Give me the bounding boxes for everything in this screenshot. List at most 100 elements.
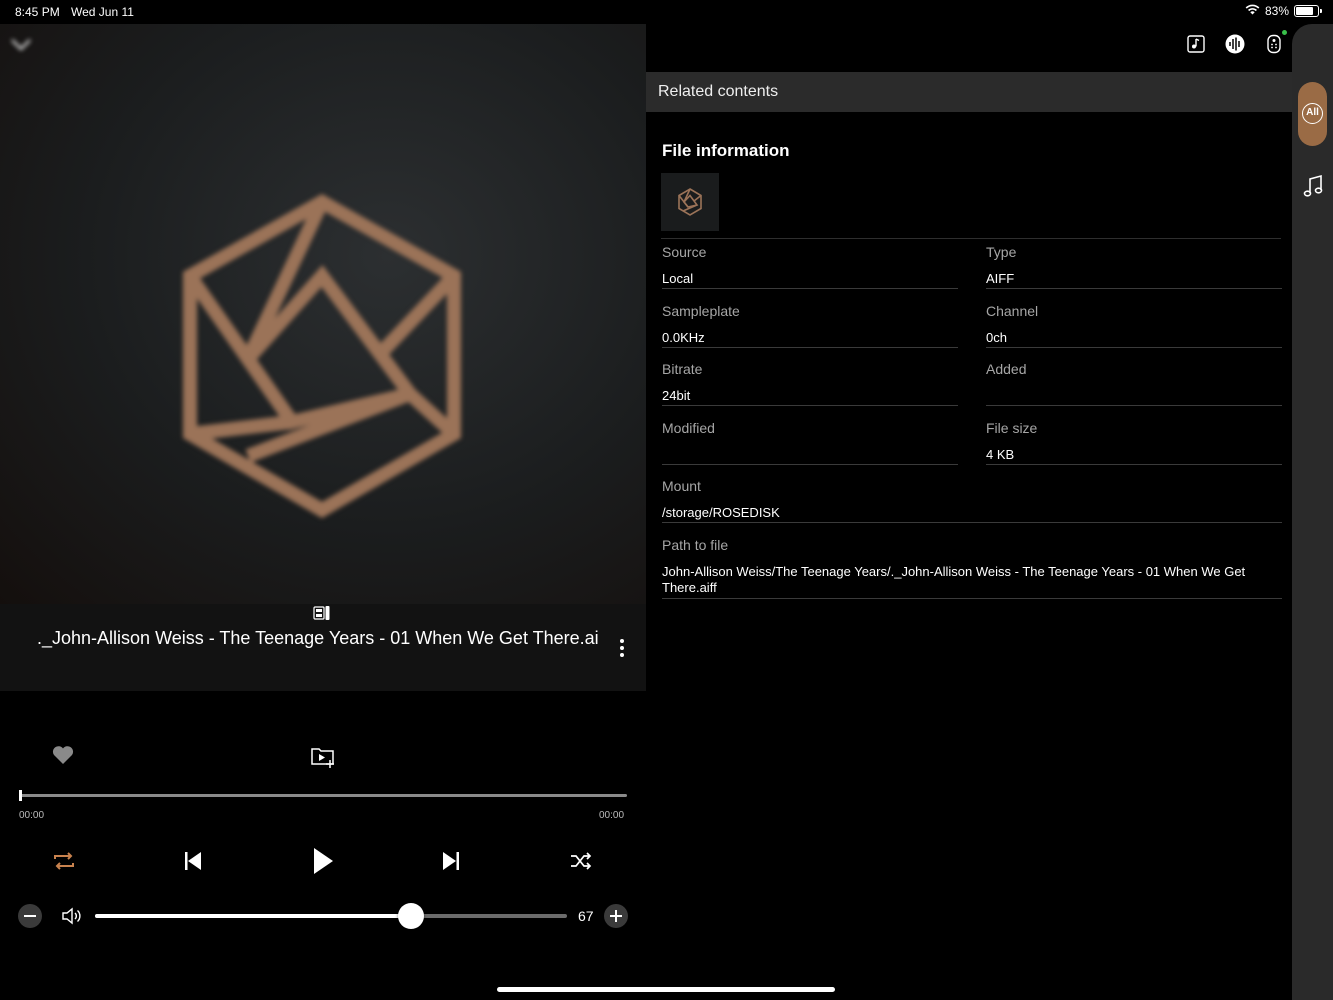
- audio-quality-icon: [1225, 34, 1245, 54]
- field-added: Added: [986, 361, 1282, 406]
- divider: [986, 464, 1282, 465]
- file-thumbnail: [661, 173, 719, 231]
- field-samplerate: Sampleplate 0.0KHz: [662, 303, 958, 348]
- field-label: Modified: [662, 420, 715, 436]
- add-to-queue-button[interactable]: [309, 742, 337, 770]
- field-label: Bitrate: [662, 361, 703, 377]
- track-title: ._John-Allison Weiss - The Teenage Years…: [37, 628, 599, 648]
- field-file-size: File size 4 KB: [986, 420, 1282, 465]
- divider: [986, 405, 1282, 406]
- next-button[interactable]: [434, 844, 468, 878]
- field-source: Source Local: [662, 244, 958, 289]
- field-value: /storage/ROSEDISK: [662, 505, 780, 520]
- music-filter-button[interactable]: [1302, 174, 1324, 198]
- field-label: Source: [662, 244, 707, 260]
- status-indicators: 83%: [1245, 4, 1322, 18]
- plus-icon: [610, 910, 622, 922]
- top-toolbar: [1186, 30, 1287, 54]
- volume-down-button[interactable]: [18, 904, 42, 928]
- more-options-button[interactable]: [612, 636, 632, 660]
- status-date: Wed Jun 11: [71, 5, 134, 19]
- field-value: 0ch: [986, 330, 1007, 345]
- chevron-down-icon: [11, 39, 31, 51]
- battery-icon: [1294, 5, 1322, 17]
- field-value: 4 KB: [986, 447, 1015, 462]
- progress-knob[interactable]: [19, 790, 22, 801]
- field-label: Type: [986, 244, 1017, 260]
- divider: [662, 288, 958, 289]
- previous-icon: [185, 852, 201, 870]
- volume-fill: [95, 914, 412, 918]
- field-channel: Channel 0ch: [986, 303, 1282, 348]
- repeat-icon: [54, 852, 74, 870]
- next-icon: [443, 852, 459, 870]
- wifi-icon: [1245, 4, 1260, 18]
- file-info-title: File information: [662, 141, 790, 160]
- status-bar: 8:45 PM Wed Jun 11 83%: [0, 0, 1333, 24]
- favorite-button[interactable]: [50, 742, 76, 768]
- repeat-button[interactable]: [47, 844, 81, 878]
- play-button[interactable]: [306, 844, 340, 878]
- album-art: [0, 24, 646, 604]
- volume-slider[interactable]: [95, 903, 567, 929]
- play-icon: [314, 848, 333, 874]
- divider: [662, 405, 958, 406]
- divider: [662, 598, 1282, 599]
- field-value: [662, 447, 958, 464]
- progress-bar[interactable]: [19, 790, 627, 801]
- divider: [986, 347, 1282, 348]
- player-pane: ._John-Allison Weiss - The Teenage Years…: [0, 24, 646, 1000]
- field-path: Path to file John-Allison Weiss/The Teen…: [662, 537, 1282, 599]
- lyrics-button[interactable]: [1186, 34, 1206, 54]
- time-total: 00:00: [599, 810, 625, 821]
- format-badge-icon: [313, 605, 331, 621]
- status-time: 8:45 PM: [15, 5, 60, 19]
- remote-button[interactable]: [1264, 30, 1287, 54]
- divider: [986, 288, 1282, 289]
- heart-icon: [52, 746, 74, 764]
- volume-value: 67: [578, 908, 594, 924]
- volume-up-button[interactable]: [604, 904, 628, 928]
- album-logo-icon: [183, 193, 461, 519]
- previous-button[interactable]: [176, 844, 210, 878]
- divider: [662, 464, 958, 465]
- connected-indicator: [1282, 30, 1287, 35]
- field-value: 0.0KHz: [662, 330, 705, 345]
- all-filter-icon: All: [1302, 103, 1323, 124]
- divider: [661, 238, 1281, 239]
- lyrics-icon: [1187, 35, 1205, 53]
- field-value: [986, 388, 1282, 405]
- field-label: Added: [986, 361, 1027, 377]
- speaker-icon: [60, 904, 84, 928]
- related-contents-pane: Related contents File information Source…: [646, 24, 1292, 1000]
- audio-quality-button[interactable]: [1225, 34, 1245, 54]
- battery-percent: 83%: [1264, 4, 1289, 18]
- add-to-queue-icon: [311, 748, 334, 768]
- time-elapsed: 00:00: [19, 810, 45, 821]
- field-type: Type AIFF: [986, 244, 1282, 289]
- field-value: Local: [662, 271, 694, 286]
- music-note-icon: [1303, 174, 1323, 197]
- more-vertical-icon: [620, 639, 624, 657]
- field-label: File size: [986, 420, 1038, 436]
- field-label: Mount: [662, 478, 701, 494]
- divider: [662, 522, 1282, 523]
- shuffle-icon: [571, 852, 592, 870]
- all-filter-button[interactable]: All: [1298, 82, 1327, 146]
- collapse-player-button[interactable]: [8, 32, 34, 58]
- field-label: Sampleplate: [662, 303, 740, 319]
- divider: [662, 347, 958, 348]
- related-title: Related contents: [658, 83, 779, 100]
- field-value: 24bit: [662, 388, 691, 403]
- field-mount: Mount /storage/ROSEDISK: [662, 478, 1282, 523]
- field-label: Path to file: [662, 537, 729, 553]
- remote-icon: [1267, 34, 1281, 54]
- minus-icon: [24, 915, 36, 917]
- home-indicator[interactable]: [497, 987, 835, 992]
- field-value: John-Allison Weiss/The Teenage Years/._J…: [662, 564, 1246, 595]
- volume-knob[interactable]: [398, 903, 425, 929]
- field-modified: Modified: [662, 420, 958, 465]
- related-header: Related contents: [646, 72, 1292, 112]
- side-rail: All: [1292, 24, 1333, 1000]
- shuffle-button[interactable]: [564, 844, 598, 878]
